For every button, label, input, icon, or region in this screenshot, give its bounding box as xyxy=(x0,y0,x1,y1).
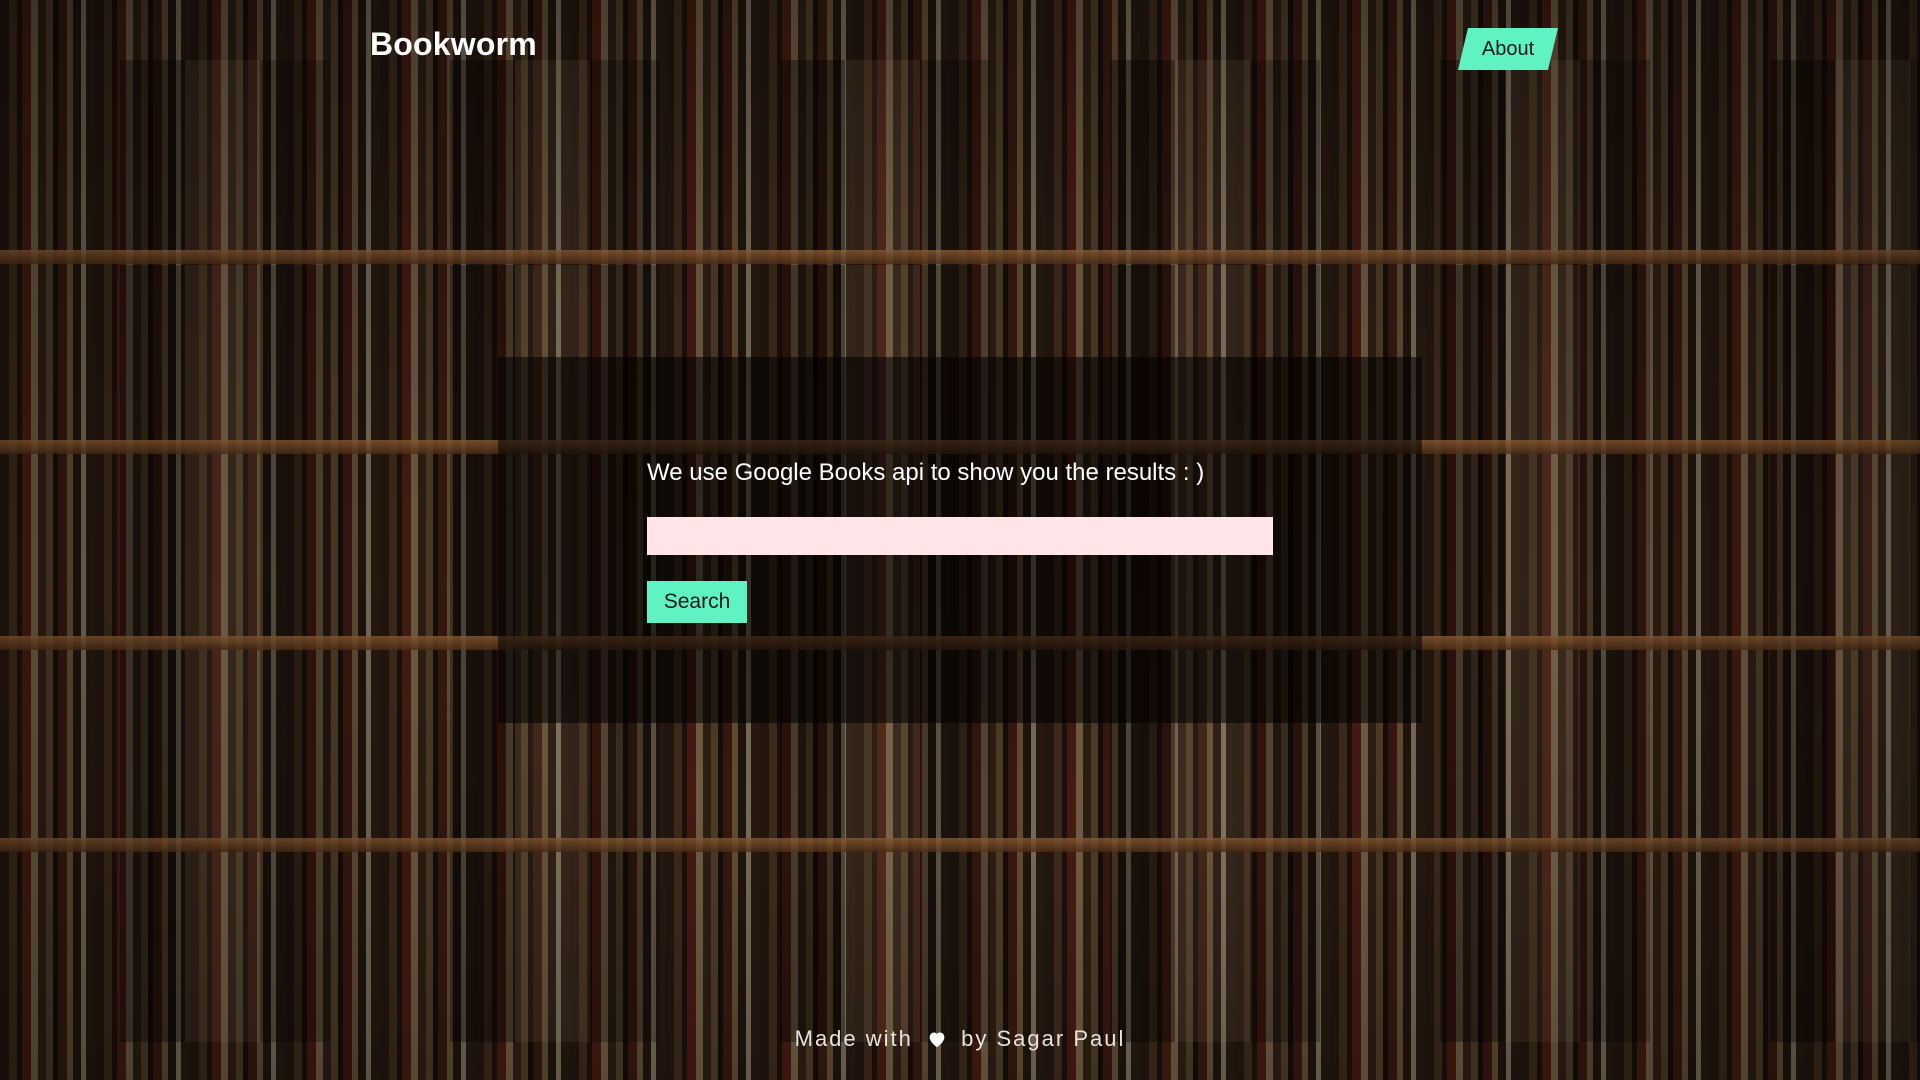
footer-suffix: by Sagar Paul xyxy=(961,1026,1126,1051)
tagline-text: We use Google Books api to show you the … xyxy=(647,459,1205,486)
footer-prefix: Made with xyxy=(794,1026,913,1051)
footer: Made with by Sagar Paul xyxy=(0,1026,1920,1052)
about-button[interactable]: About xyxy=(1458,28,1558,70)
search-button[interactable]: Search xyxy=(647,581,747,623)
heart-icon xyxy=(927,1028,947,1048)
search-input[interactable] xyxy=(647,517,1273,555)
brand-logo-text[interactable]: Bookworm xyxy=(370,26,537,63)
